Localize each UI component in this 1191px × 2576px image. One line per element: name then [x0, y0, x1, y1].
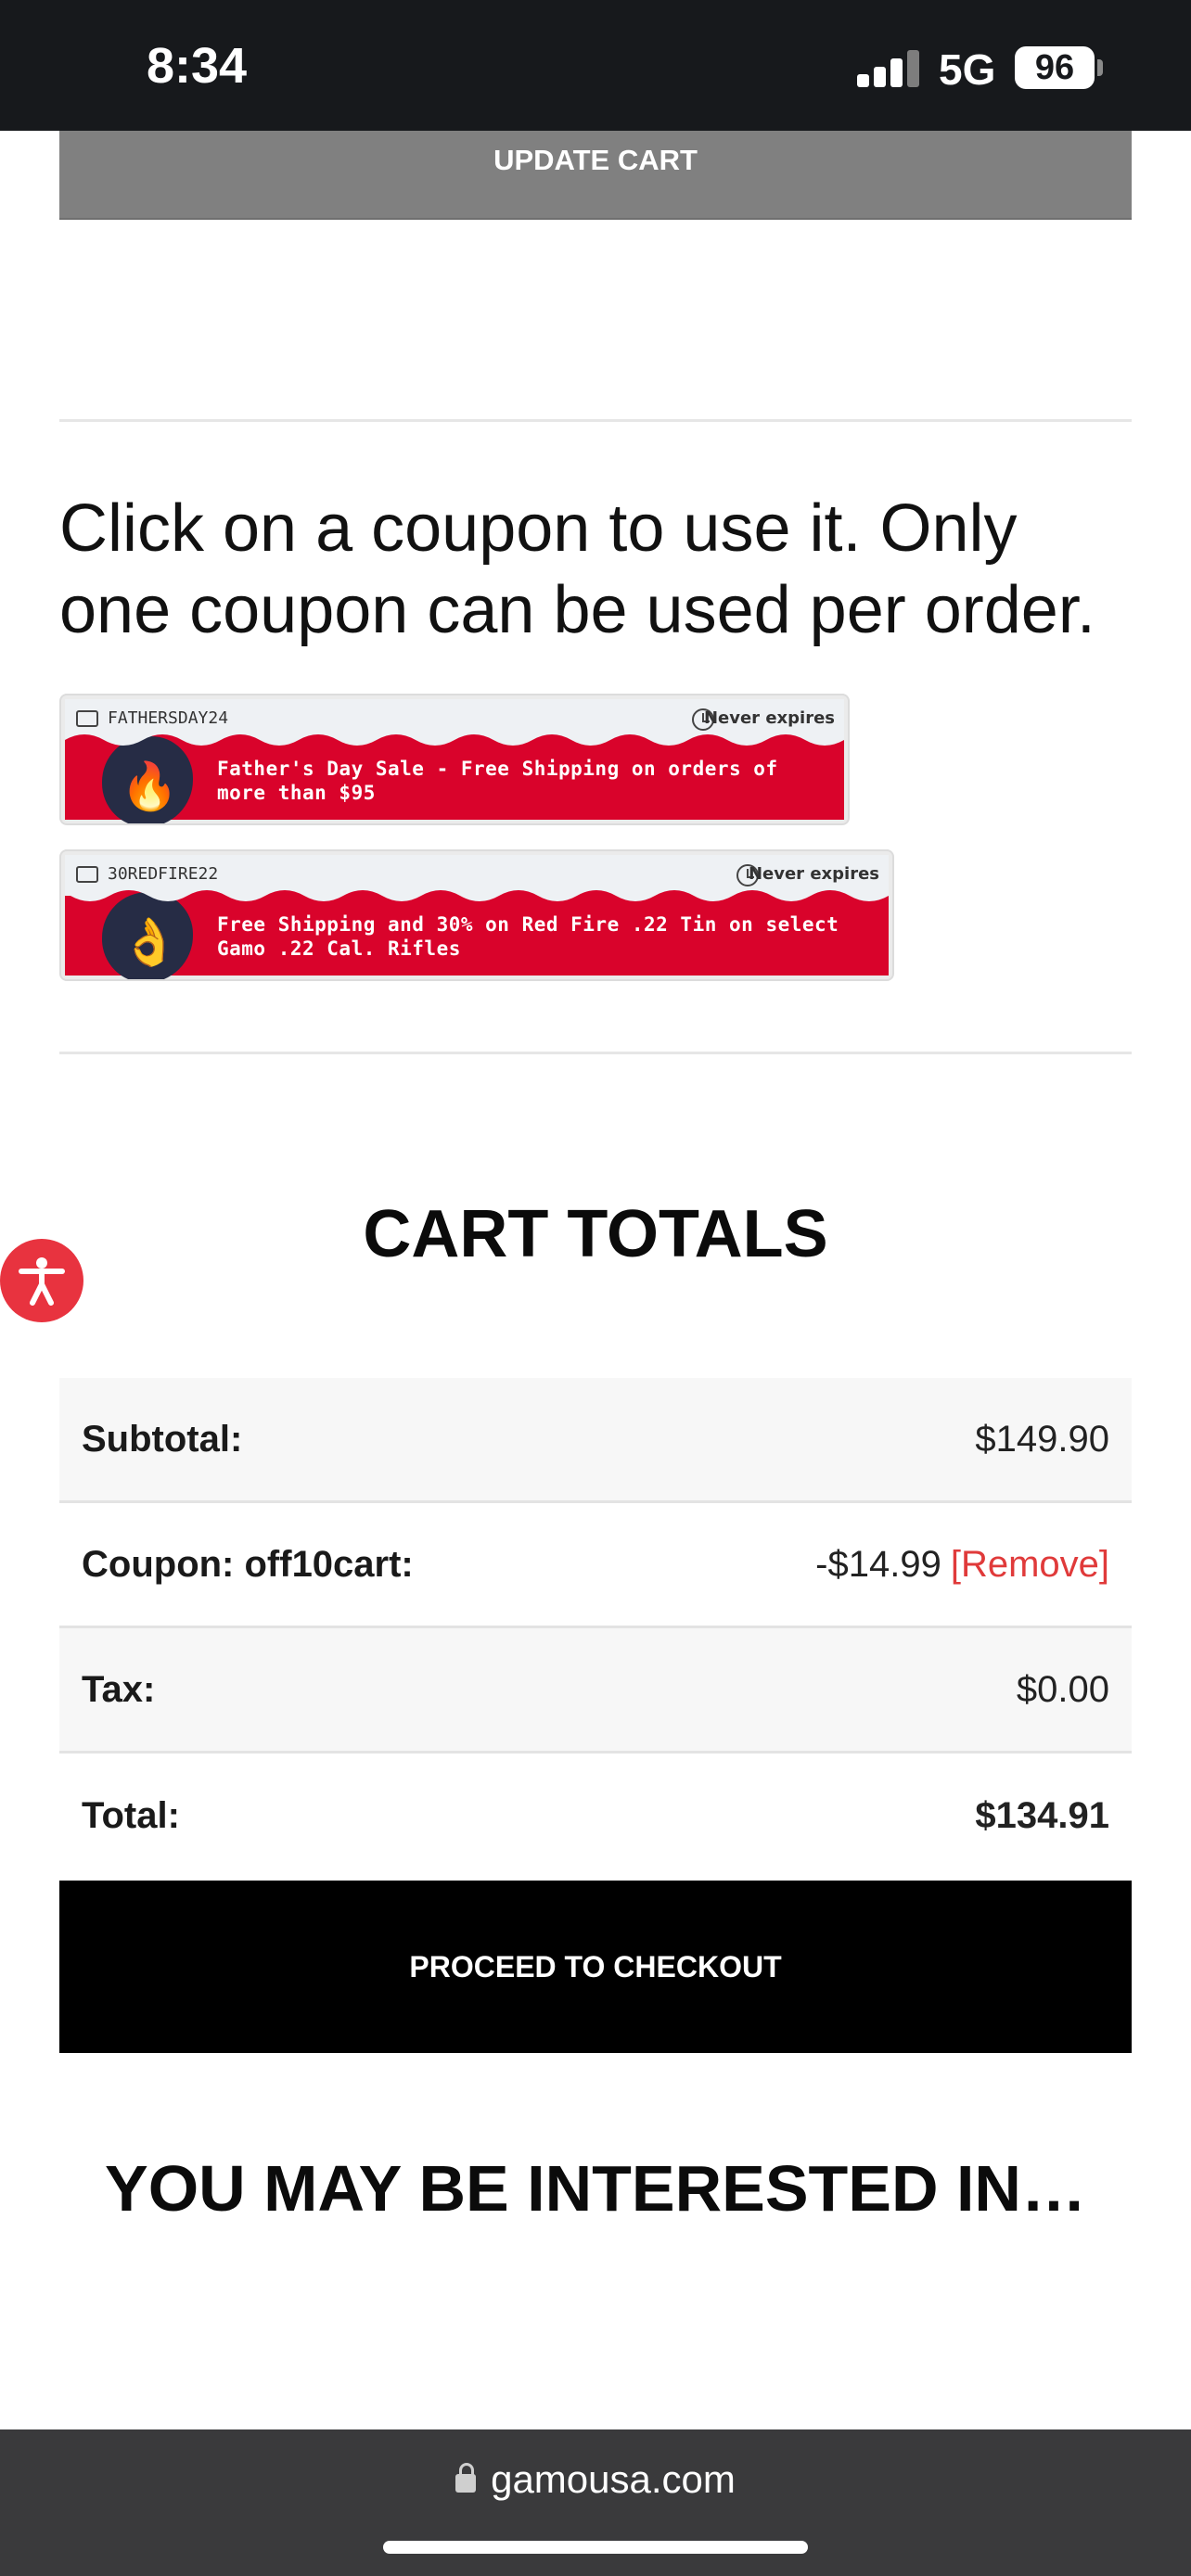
browser-url-bar[interactable]: gamousa.com [0, 2429, 1191, 2576]
url-display[interactable]: gamousa.com [0, 2457, 1191, 2502]
battery-icon: 96 [1015, 46, 1095, 89]
total-label: Total: [82, 1795, 180, 1836]
subtotal-label: Subtotal: [82, 1418, 243, 1460]
coupon-instructions-heading: Click on a coupon to use it. Only one co… [59, 491, 1095, 647]
section-divider [59, 1052, 1132, 1054]
update-cart-button[interactable]: UPDATE CART [59, 131, 1132, 220]
status-time: 8:34 [147, 38, 248, 94]
cellular-signal-icon [857, 48, 922, 87]
tax-row: Tax: $0.00 [59, 1628, 1132, 1753]
ticket-icon [76, 866, 98, 883]
coupon-expiry: Never expires [748, 864, 879, 884]
cart-totals-table: Subtotal: $149.90 Coupon: off10cart: -$1… [59, 1378, 1132, 1879]
wave-decoration [65, 733, 844, 746]
wave-decoration [65, 888, 889, 901]
ok-hand-emoji-icon: 👌 [121, 916, 179, 968]
status-bar: 8:34 5G 96 [0, 0, 1191, 131]
coupon-description: Free Shipping and 30% on Red Fire .22 Ti… [217, 913, 839, 960]
cart-totals-title: CART TOTALS [363, 1197, 828, 1271]
network-type: 5G [939, 45, 996, 94]
coupon-body: 🔥 Father's Day Sale - Free Shipping on o… [65, 733, 844, 823]
total-value: $134.91 [975, 1795, 1109, 1836]
tax-value: $0.00 [1016, 1668, 1109, 1710]
coupon-row: Coupon: off10cart: -$14.99 [Remove] [59, 1503, 1132, 1628]
coupon-body: 👌 Free Shipping and 30% on Red Fire .22 … [65, 888, 889, 979]
fire-emoji-icon: 🔥 [121, 760, 179, 812]
coupon-code: 30REDFIRE22 [108, 864, 219, 884]
url-text: gamousa.com [491, 2457, 736, 2501]
remove-coupon-link[interactable]: [Remove] [951, 1544, 1109, 1585]
home-indicator[interactable] [383, 2541, 808, 2554]
proceed-to-checkout-button[interactable]: PROCEED TO CHECKOUT [59, 1881, 1132, 2053]
ticket-icon [76, 710, 98, 727]
tax-label: Tax: [82, 1668, 156, 1710]
related-products-heading: YOU MAY BE INTERESTED IN… [105, 2152, 1086, 2225]
lock-icon [455, 2463, 477, 2493]
coupon-label: Coupon: off10cart: [82, 1543, 414, 1585]
coupon-card-30redfire22[interactable]: 30REDFIRE22 Never expires 👌 Free Shippin… [59, 849, 894, 981]
coupon-description: Father's Day Sale - Free Shipping on ord… [217, 758, 778, 804]
coupon-discount-value: -$14.99 [815, 1543, 941, 1585]
coupon-value-group: -$14.99 [Remove] [815, 1544, 1109, 1586]
subtotal-row: Subtotal: $149.90 [59, 1378, 1132, 1503]
section-divider [59, 419, 1132, 422]
coupon-code: FATHERSDAY24 [108, 708, 229, 728]
coupon-expiry: Never expires [703, 708, 835, 728]
total-row: Total: $134.91 [59, 1753, 1132, 1879]
battery-tip [1097, 59, 1103, 76]
coupon-card-fathersday24[interactable]: FATHERSDAY24 Never expires 🔥 Father's Da… [59, 694, 850, 825]
subtotal-value: $149.90 [975, 1418, 1109, 1460]
